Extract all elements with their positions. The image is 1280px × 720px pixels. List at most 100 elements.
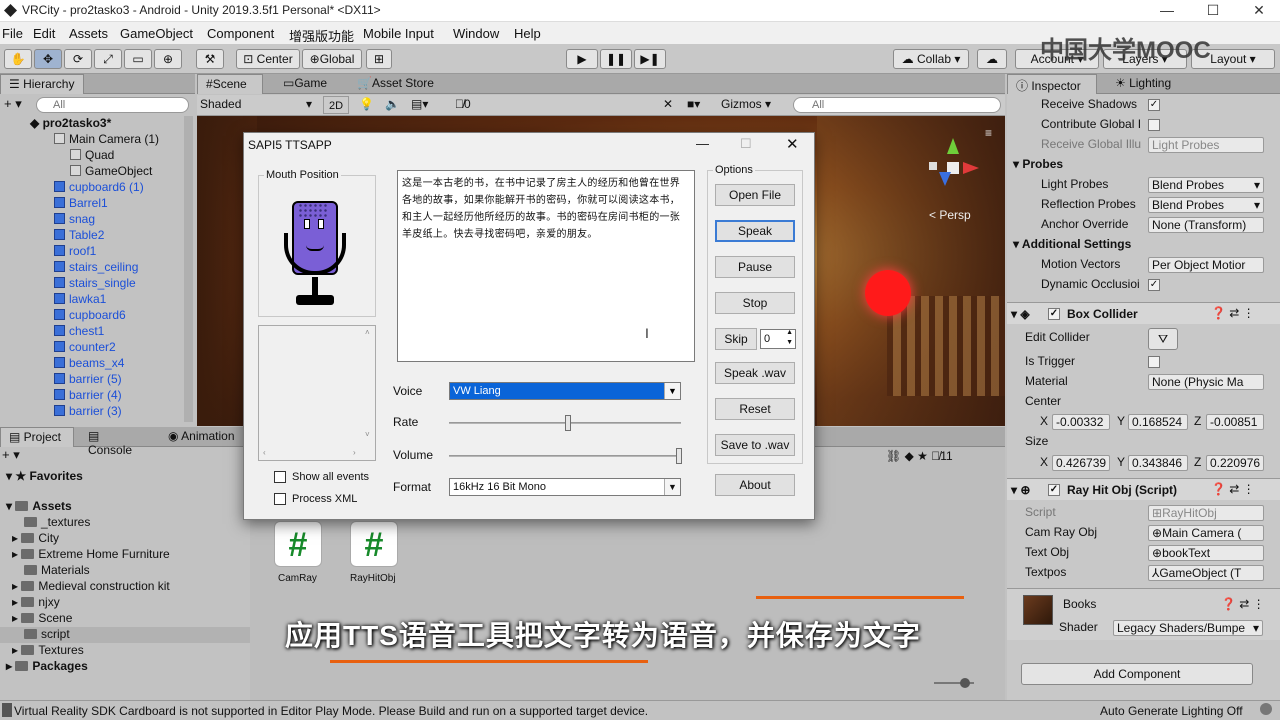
anchor-override-field[interactable]: None (Transform) xyxy=(1148,217,1264,233)
menu-edit[interactable]: Edit xyxy=(33,26,55,41)
filter-icons[interactable]: ⛓ ◆ ★ 👁̸11 xyxy=(886,449,953,463)
probes-header[interactable]: ▾ Probes xyxy=(1013,157,1063,175)
list-item[interactable]: stairs_ceiling xyxy=(54,260,138,276)
move-tool-icon[interactable]: ✥ xyxy=(34,49,62,69)
scene-gizmo[interactable] xyxy=(925,138,985,198)
menu-file[interactable]: File xyxy=(2,26,23,41)
menu-assets[interactable]: Assets xyxy=(69,26,108,41)
hierarchy-search-input[interactable] xyxy=(36,97,189,113)
receive-shadows-checkbox[interactable]: ✓ xyxy=(1148,99,1160,111)
volume-slider[interactable] xyxy=(449,455,681,457)
list-item[interactable]: beams_x4 xyxy=(54,356,124,372)
dialog-minimize-icon[interactable]: — xyxy=(696,136,709,151)
script-enabled-checkbox[interactable]: ✓ xyxy=(1048,484,1060,496)
list-item[interactable]: cupboard6 (1) xyxy=(54,180,144,196)
hidden-objects-toggle[interactable]: 👁̸0 xyxy=(455,97,471,111)
speak-button[interactable]: Speak xyxy=(715,220,795,242)
list-item[interactable]: counter2 xyxy=(54,340,116,356)
contribute-gi-checkbox[interactable] xyxy=(1148,119,1160,131)
motion-vectors-dropdown[interactable]: Per Object Motior xyxy=(1148,257,1264,273)
scale-tool-icon[interactable]: ⤢ xyxy=(94,49,122,69)
list-item[interactable]: chest1 xyxy=(54,324,104,340)
center-z-field[interactable]: -0.00851 xyxy=(1206,414,1264,430)
custom-tool-icon[interactable]: ⚒ xyxy=(196,49,224,69)
packages-folder[interactable]: ▸ Packages xyxy=(6,659,88,675)
stop-button[interactable]: Stop xyxy=(715,292,795,314)
size-z-field[interactable]: 0.220976 xyxy=(1206,455,1264,471)
add-component-button[interactable]: Add Component xyxy=(1021,663,1253,685)
center-x-field[interactable]: -0.00332 xyxy=(1052,414,1110,430)
list-item[interactable]: ▸ Medieval construction kit xyxy=(12,579,170,595)
tab-game[interactable]: ▭Game xyxy=(275,74,341,94)
tab-hierarchy[interactable]: ☰ Hierarchy xyxy=(0,74,84,94)
menu-help[interactable]: Help xyxy=(514,26,541,41)
camera-icon[interactable]: ■▾ xyxy=(687,97,700,111)
list-item[interactable]: Barrel1 xyxy=(54,196,108,212)
list-item[interactable]: script xyxy=(0,627,250,643)
status-message[interactable]: Virtual Reality SDK Cardboard is not sup… xyxy=(14,704,648,718)
ray-hit-obj-header[interactable]: ▾ ⊕ ✓ Ray Hit Obj (Script) ❓ ⇄ ⋮ xyxy=(1007,478,1280,500)
rate-slider-thumb[interactable] xyxy=(565,415,571,431)
auto-generate-lighting-label[interactable]: Auto Generate Lighting Off xyxy=(1100,704,1243,718)
listbox-scrollbar[interactable]: ˄ ˅ xyxy=(365,326,375,446)
minimize-icon[interactable]: — xyxy=(1144,0,1190,22)
stepper-arrows-icon[interactable]: ▲ ▼ xyxy=(786,328,793,348)
is-trigger-checkbox[interactable] xyxy=(1148,356,1160,368)
list-item[interactable]: barrier (4) xyxy=(54,388,122,404)
scene-search-input[interactable] xyxy=(793,97,1001,113)
step-button[interactable]: ▶❚ xyxy=(634,49,666,69)
scene-menu-icon[interactable]: ≡ xyxy=(985,126,992,140)
2d-toggle[interactable]: 2D xyxy=(323,96,349,114)
collab-button[interactable]: ☁ Collab ▾ xyxy=(893,49,969,69)
menu-window[interactable]: Window xyxy=(453,26,499,41)
rect-tool-icon[interactable]: ▭ xyxy=(124,49,152,69)
menu-gameobject[interactable]: GameObject xyxy=(120,26,193,41)
material-menu-icons[interactable]: ❓ ⇄ ⋮ xyxy=(1221,597,1265,611)
list-item[interactable]: ▸ njxy xyxy=(12,595,60,611)
textpos-field[interactable]: ⅄GameObject (T xyxy=(1148,565,1264,581)
list-item[interactable]: ▸ Textures xyxy=(12,643,84,659)
red-sphere[interactable] xyxy=(865,270,911,316)
list-item[interactable]: Table2 xyxy=(54,228,104,244)
tab-console[interactable]: ▤ Console xyxy=(80,427,154,457)
light-probes-dropdown[interactable]: Blend Probes ▾ xyxy=(1148,177,1264,193)
list-item[interactable]: Main Camera (1) xyxy=(54,132,159,148)
size-x-field[interactable]: 0.426739 xyxy=(1052,455,1110,471)
list-item[interactable]: barrier (5) xyxy=(54,372,122,388)
list-item[interactable]: ▸ Scene xyxy=(12,611,72,627)
list-item[interactable]: barrier (3) xyxy=(54,404,122,420)
list-item[interactable]: ◆ pro2tasko3* xyxy=(30,116,111,132)
list-item[interactable]: lawka1 xyxy=(54,292,106,308)
physic-material-field[interactable]: None (Physic Ma xyxy=(1148,374,1264,390)
shading-mode-dropdown[interactable]: Shaded ▾ xyxy=(200,97,316,113)
list-item[interactable]: cupboard6 xyxy=(54,308,126,324)
save-wav-button[interactable]: Save to .wav xyxy=(715,434,795,456)
skip-button[interactable]: Skip xyxy=(715,328,757,350)
listbox-hscrollbar[interactable]: ‹ › xyxy=(261,448,365,458)
tab-inspector[interactable]: ⓘ Inspector xyxy=(1007,74,1097,94)
tts-text-input[interactable]: 这是一本古老的书，在书中记录了房主人的经历和他曾在世界各地的故事，如果你能解开书… xyxy=(397,170,695,362)
favorites-folder[interactable]: ▾ ★ Favorites xyxy=(6,469,83,485)
zoom-slider[interactable] xyxy=(934,678,974,688)
component-menu-icons[interactable]: ❓ ⇄ ⋮ xyxy=(1211,306,1255,320)
assets-folder[interactable]: ▾ Assets xyxy=(6,499,72,515)
tab-animation[interactable]: ◉ Animation xyxy=(160,427,246,447)
tab-scene[interactable]: #Scene xyxy=(197,74,263,94)
edit-collider-button[interactable]: ⛛ xyxy=(1148,328,1178,350)
pivot-global-button[interactable]: ⊕Global xyxy=(302,49,362,69)
menu-component[interactable]: Component xyxy=(207,26,274,41)
open-file-button[interactable]: Open File xyxy=(715,184,795,206)
list-item[interactable]: Quad xyxy=(70,148,114,164)
list-item[interactable]: GameObject xyxy=(70,164,152,180)
additional-settings-header[interactable]: ▾ Additional Settings xyxy=(1013,237,1131,255)
cloud-icon[interactable]: ☁ xyxy=(977,49,1007,69)
hand-tool-icon[interactable]: ✋ xyxy=(4,49,32,69)
dialog-close-icon[interactable]: ✕ xyxy=(786,135,799,153)
play-button[interactable]: ▶ xyxy=(566,49,598,69)
pivot-center-button[interactable]: ⊡ Center xyxy=(236,49,300,69)
text-obj-field[interactable]: ⊕bookText xyxy=(1148,545,1264,561)
list-item[interactable]: ▸ Extreme Home Furniture xyxy=(12,547,170,563)
box-collider-enabled-checkbox[interactable]: ✓ xyxy=(1048,308,1060,320)
tab-lighting[interactable]: ☀ Lighting xyxy=(1107,74,1187,94)
about-button[interactable]: About xyxy=(715,474,795,496)
